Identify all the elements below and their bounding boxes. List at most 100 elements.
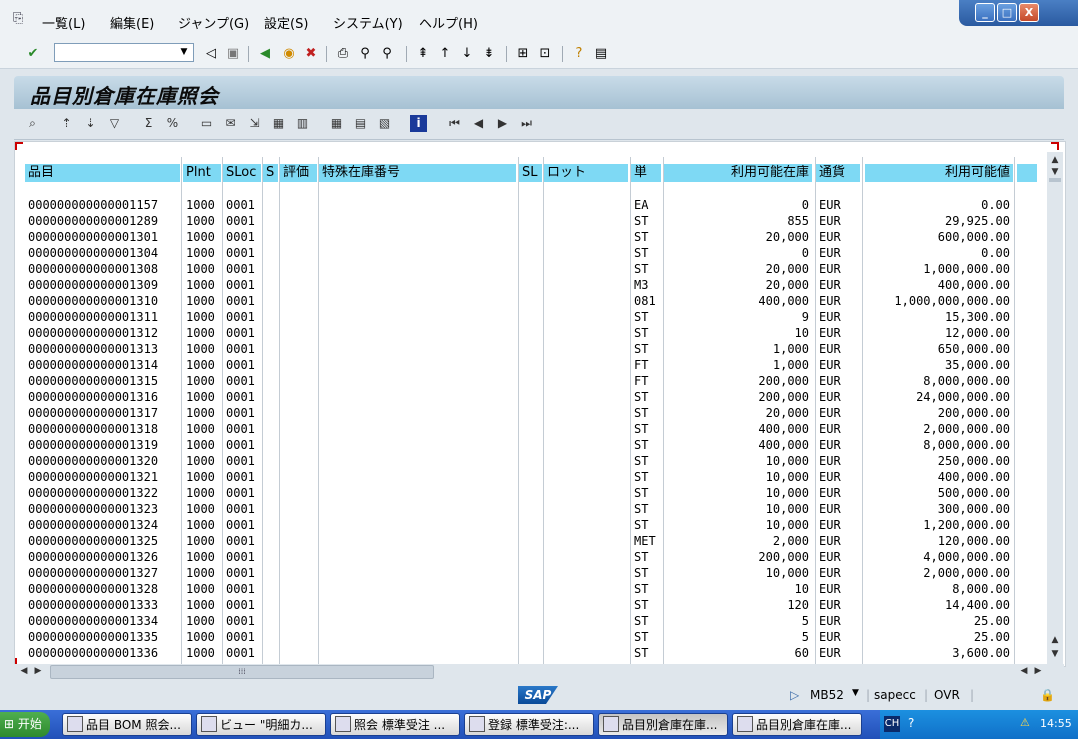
scroll-left-icon[interactable]: ◀ (1018, 665, 1030, 677)
minimize-button[interactable]: _ (975, 3, 995, 22)
change-layout-icon[interactable]: ▦ (328, 115, 345, 132)
table-row[interactable]: 000000000000001310 1000 0001 081 400,000 EUR 1… (25, 293, 1041, 309)
table-row[interactable]: 000000000000001324 1000 0001 ST 10,000 EUR 1,2… (25, 517, 1041, 533)
taskbar-item-active[interactable]: 品目別倉庫在庫... (598, 713, 728, 736)
table-row[interactable]: 000000000000001334 1000 0001 ST 5 EUR 25.00 (25, 613, 1041, 629)
status-expand-icon[interactable]: ▷ (790, 688, 799, 702)
column-header-more[interactable] (1017, 164, 1037, 182)
table-row[interactable]: 000000000000001304 1000 0001 ST 0 EUR 0.00 (25, 245, 1041, 261)
help-icon[interactable]: ? (908, 716, 914, 730)
history-back-icon[interactable]: ◁ (202, 45, 220, 63)
exit-icon[interactable]: ◉ (280, 45, 298, 63)
shortcut-icon[interactable]: ⊡ (536, 45, 554, 63)
chevron-down-icon[interactable]: ▼ (852, 688, 859, 698)
table-row[interactable]: 000000000000001301 1000 0001 ST 20,000 EUR 600… (25, 229, 1041, 245)
table-row[interactable]: 000000000000001157 1000 0001 EA 0 EUR 0.00 (25, 197, 1041, 213)
table-row[interactable]: 000000000000001336 1000 0001 ST 60 EUR 3,600.0… (25, 645, 1041, 661)
find-next-icon[interactable]: ⚲ (378, 45, 396, 63)
filter-icon[interactable]: ▽ (106, 115, 123, 132)
scroll-thumb[interactable] (1049, 178, 1061, 182)
save-layout-icon[interactable]: ▧ (376, 115, 393, 132)
table-row[interactable]: 000000000000001308 1000 0001 ST 20,000 EUR 1,0… (25, 261, 1041, 277)
table-row[interactable]: 000000000000001289 1000 0001 ST 855 EUR 29,925… (25, 213, 1041, 229)
last-page-icon[interactable]: ⇟ (480, 45, 498, 63)
scroll-up-icon[interactable]: ▲ (1049, 634, 1061, 646)
column-header-batch[interactable]: ロット (544, 164, 628, 182)
last-page-icon[interactable]: ⏭ (518, 115, 535, 132)
close-button[interactable]: X (1019, 3, 1039, 22)
enter-icon[interactable]: ✔ (24, 45, 42, 63)
first-page-icon[interactable]: ⇞ (414, 45, 432, 63)
table-row[interactable]: 000000000000001323 1000 0001 ST 10,000 EUR 300… (25, 501, 1041, 517)
export-icon[interactable]: ⇲ (246, 115, 263, 132)
sort-descending-icon[interactable]: ⇣ (82, 115, 99, 132)
scroll-thumb[interactable]: ⁞⁞⁞ (50, 665, 434, 679)
column-header-s[interactable]: S (263, 164, 278, 182)
insert-mode[interactable]: OVR (934, 688, 960, 702)
chevron-down-icon[interactable]: ▼ (176, 44, 192, 61)
scroll-up-icon[interactable]: ▲ (1049, 154, 1061, 166)
previous-page-icon[interactable]: ↑ (436, 45, 454, 63)
print-preview-icon[interactable]: ▭ (198, 115, 215, 132)
next-page-icon[interactable]: ▶ (494, 115, 511, 132)
info-icon[interactable]: i (410, 115, 427, 132)
menu-settings[interactable]: 設定(S) (264, 13, 308, 32)
back-icon[interactable]: ◀ (256, 45, 274, 63)
menu-help[interactable]: ヘルプ(H) (419, 13, 478, 32)
vertical-scrollbar[interactable]: ▲ ▼ ▲ ▼ (1047, 152, 1063, 664)
table-row[interactable]: 000000000000001317 1000 0001 ST 20,000 EUR 200… (25, 405, 1041, 421)
save-icon[interactable]: ▣ (224, 45, 242, 63)
table-row[interactable]: 000000000000001321 1000 0001 ST 10,000 EUR 400… (25, 469, 1041, 485)
next-page-icon[interactable]: ↓ (458, 45, 476, 63)
table-row[interactable]: 000000000000001313 1000 0001 ST 1,000 EUR 650,… (25, 341, 1041, 357)
column-header-sl[interactable]: SL (519, 164, 542, 182)
help-icon[interactable]: ? (570, 45, 588, 63)
table-row[interactable]: 000000000000001326 1000 0001 ST 200,000 EUR 4,… (25, 549, 1041, 565)
column-header-available-value[interactable]: 利用可能値 (865, 164, 1013, 182)
table-row[interactable]: 000000000000001322 1000 0001 ST 10,000 EUR 500… (25, 485, 1041, 501)
cancel-icon[interactable]: ✖ (302, 45, 320, 63)
scroll-right-icon[interactable]: ▶ (1032, 665, 1044, 677)
taskbar-item[interactable]: 品目別倉庫在庫... (732, 713, 862, 736)
system-menu-icon[interactable]: ⎘ (13, 11, 29, 27)
menu-system[interactable]: システム(Y) (333, 13, 403, 32)
column-header-currency[interactable]: 通貨 (816, 164, 860, 182)
menu-edit[interactable]: 編集(E) (110, 13, 154, 32)
local-file-icon[interactable]: ▥ (294, 115, 311, 132)
column-header-unit[interactable]: 単 (631, 164, 661, 182)
column-header-sloc[interactable]: SLoc (223, 164, 261, 182)
table-row[interactable]: 000000000000001328 1000 0001 ST 10 EUR 8,000.0… (25, 581, 1041, 597)
mail-icon[interactable]: ✉ (222, 115, 239, 132)
table-row[interactable]: 000000000000001333 1000 0001 ST 120 EUR 14,400… (25, 597, 1041, 613)
maximize-button[interactable]: □ (997, 3, 1017, 22)
scroll-down-icon[interactable]: ▼ (1049, 166, 1061, 178)
table-row[interactable]: 000000000000001327 1000 0001 ST 10,000 EUR 2,0… (25, 565, 1041, 581)
select-layout-icon[interactable]: ▤ (352, 115, 369, 132)
warning-icon[interactable]: ⚠ (1020, 716, 1030, 729)
scroll-left-icon[interactable]: ◀ (18, 665, 30, 677)
table-row[interactable]: 000000000000001311 1000 0001 ST 9 EUR 15,300.0… (25, 309, 1041, 325)
table-row[interactable]: 000000000000001319 1000 0001 ST 400,000 EUR 8,… (25, 437, 1041, 453)
table-row[interactable]: 000000000000001325 1000 0001 MET 2,000 EUR 120… (25, 533, 1041, 549)
table-row[interactable]: 000000000000001318 1000 0001 ST 400,000 EUR 2,… (25, 421, 1041, 437)
column-header-available-qty[interactable]: 利用可能在庫 (664, 164, 812, 182)
details-icon[interactable]: ⌕ (24, 115, 41, 132)
command-field[interactable] (54, 43, 194, 62)
table-row[interactable]: 000000000000001316 1000 0001 ST 200,000 EUR 24… (25, 389, 1041, 405)
layout-menu-icon[interactable]: ▤ (592, 45, 610, 63)
table-row[interactable]: 000000000000001320 1000 0001 ST 10,000 EUR 250… (25, 453, 1041, 469)
print-icon[interactable]: ⎙ (334, 45, 352, 63)
first-page-icon[interactable]: ⏮ (446, 115, 463, 132)
word-processing-icon[interactable]: ▦ (270, 115, 287, 132)
table-row[interactable]: 000000000000001335 1000 0001 ST 5 EUR 25.00 (25, 629, 1041, 645)
scroll-right-icon[interactable]: ▶ (32, 665, 44, 677)
find-icon[interactable]: ⚲ (356, 45, 374, 63)
subtotal-icon[interactable]: % (164, 115, 181, 132)
table-row[interactable]: 000000000000001314 1000 0001 FT 1,000 EUR 35,0… (25, 357, 1041, 373)
taskbar-item[interactable]: 照会 標準受注 ... (330, 713, 460, 736)
taskbar-item[interactable]: ビュー "明細カ... (196, 713, 326, 736)
column-header-special-stock[interactable]: 特殊在庫番号 (319, 164, 516, 182)
sort-ascending-icon[interactable]: ⇡ (58, 115, 75, 132)
table-row[interactable]: 000000000000001309 1000 0001 M3 20,000 EUR 400… (25, 277, 1041, 293)
table-row[interactable]: 000000000000001315 1000 0001 FT 200,000 EUR 8,… (25, 373, 1041, 389)
